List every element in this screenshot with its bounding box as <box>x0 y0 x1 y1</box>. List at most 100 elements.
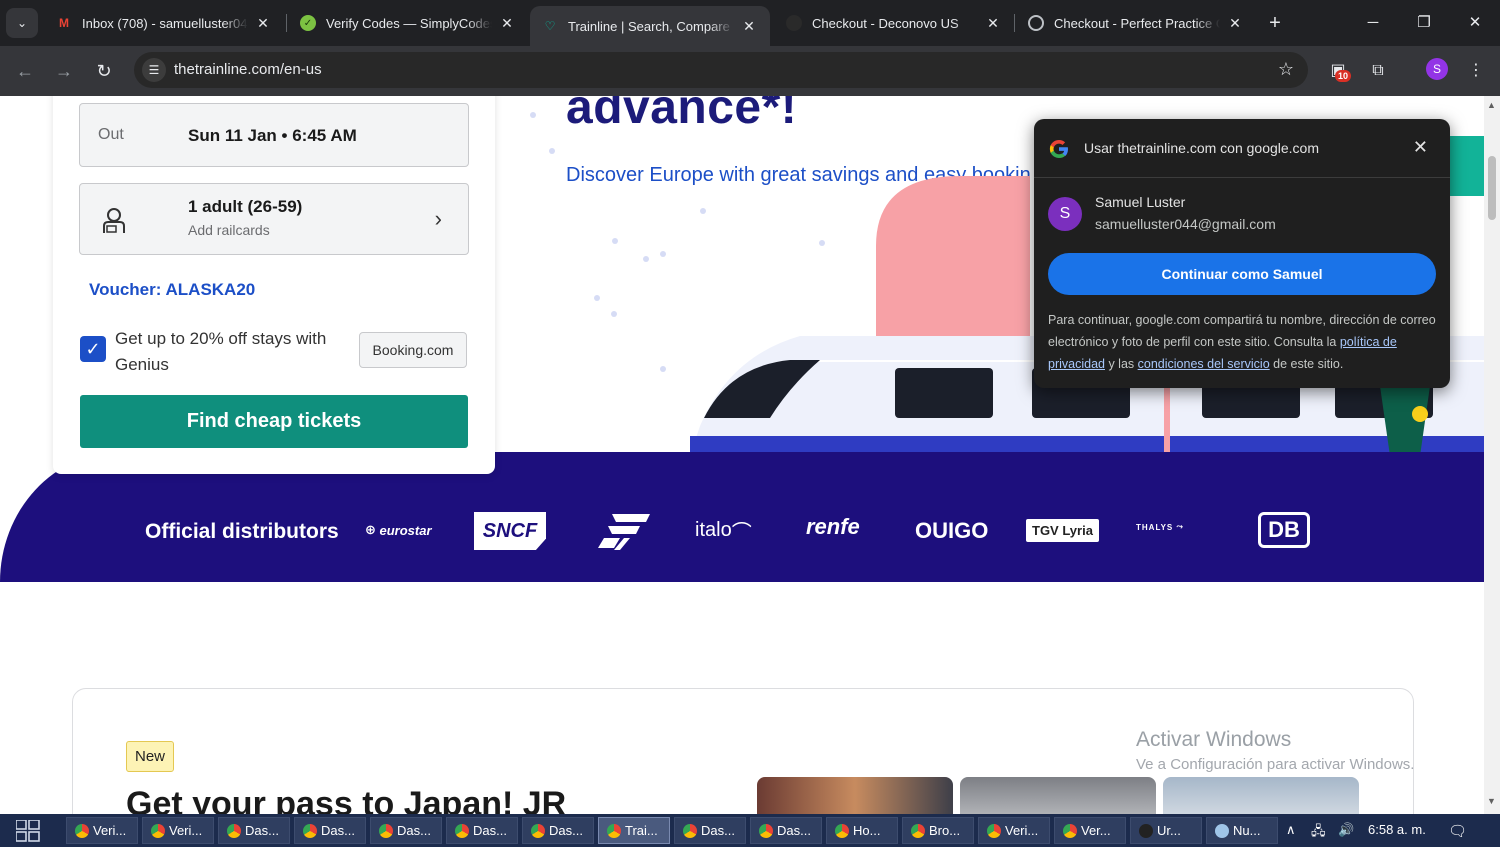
chrome-icon <box>303 823 317 838</box>
japan-pass-title: Get your pass to Japan! JR <box>126 785 567 814</box>
passengers-field[interactable]: 1 adult (26-59) Add railcards › <box>79 183 469 255</box>
taskbar-app-button[interactable]: Veri... <box>142 817 214 844</box>
tab-search-button[interactable]: ⌄ <box>6 8 38 38</box>
simplycodes-icon: ✓ <box>300 15 316 31</box>
windows-taskbar: Veri... Veri... Das... Das... Das... Das... Da… <box>0 814 1500 847</box>
add-railcards-label: Add railcards <box>188 222 270 238</box>
close-icon[interactable]: ✕ <box>1226 15 1244 32</box>
tab-deconovo[interactable]: Checkout - Deconovo US ✕ <box>774 6 1014 40</box>
back-button[interactable]: ← <box>12 58 38 84</box>
url-text[interactable]: thetrainline.com/en-us <box>174 61 322 78</box>
tab-perfect-practice[interactable]: Checkout - Perfect Practice Golf ✕ <box>1016 6 1256 40</box>
taskbar-app-button[interactable]: Bro... <box>902 817 974 844</box>
taskbar-app-button[interactable]: Veri... <box>66 817 138 844</box>
scroll-down-arrow-icon[interactable]: ▼ <box>1487 796 1496 806</box>
chrome-icon <box>835 823 849 838</box>
clock[interactable]: 6:58 a. m. <box>1368 822 1426 837</box>
eurostar-logo: ⊕ eurostar <box>365 522 432 538</box>
taskbar-app-button[interactable]: Das... <box>218 817 290 844</box>
taskbar-app-label: Das... <box>473 823 507 838</box>
close-icon[interactable]: ✕ <box>984 15 1002 32</box>
taskbar-app-button[interactable]: Das... <box>294 817 366 844</box>
tab-title: Checkout - Deconovo US <box>812 15 959 31</box>
chrome-icon <box>683 823 697 838</box>
sncf-logo: SNCF <box>474 512 546 550</box>
deconovo-icon <box>786 15 802 31</box>
taskbar-app-label: Bro... <box>929 823 961 838</box>
tab-simplycodes[interactable]: ✓ Verify Codes — SimplyCodes ✕ <box>288 6 528 40</box>
browser-toolbar: ← → ↻ ☰ thetrainline.com/en-us ☆ ▣ ⧉ S ⋮ <box>0 46 1500 96</box>
taskbar-app-label: Das... <box>321 823 355 838</box>
thalys-logo: THALYS ⤳ <box>1136 522 1184 532</box>
snow-dot <box>611 311 617 317</box>
distributors-title: Official distributors <box>145 520 339 543</box>
close-icon[interactable]: ✕ <box>1413 137 1428 158</box>
minimize-button[interactable]: ─ <box>1350 8 1396 38</box>
google-logo-icon <box>1049 140 1068 158</box>
snow-dot <box>643 256 649 262</box>
notifications-icon[interactable]: 🗨 <box>1448 822 1467 840</box>
voucher-link[interactable]: Voucher: ALASKA20 <box>89 280 255 300</box>
taskbar-app-button[interactable]: Das... <box>370 817 442 844</box>
terms-of-service-link[interactable]: condiciones del servicio <box>1138 357 1270 371</box>
taskbar-app-button[interactable]: Ur... <box>1130 817 1202 844</box>
taskbar-app-button[interactable]: Das... <box>674 817 746 844</box>
tab-title: Trainline | Search, Compare & Buy <box>568 18 734 34</box>
volume-icon[interactable]: 🔊 <box>1338 822 1354 838</box>
extensions-puzzle-icon[interactable]: ⧉ <box>1366 59 1390 83</box>
trenitalia-logo <box>598 514 650 550</box>
chrome-icon <box>227 823 241 838</box>
account-avatar: S <box>1048 197 1082 231</box>
japan-photo <box>1163 777 1359 814</box>
address-bar[interactable]: ☰ thetrainline.com/en-us ☆ <box>134 52 1308 88</box>
tab-strip: ⌄ M Inbox (708) - samuelluster044@gmail.… <box>0 0 1500 46</box>
consent-description: Para continuar, google.com compartirá tu… <box>1048 313 1436 371</box>
close-window-button[interactable]: ✕ <box>1452 8 1498 38</box>
profile-avatar[interactable]: S <box>1426 58 1448 80</box>
find-tickets-button[interactable]: Find cheap tickets <box>80 395 468 448</box>
account-name: Samuel Luster <box>1095 194 1186 210</box>
chrome-icon <box>531 823 545 838</box>
taskbar-app-button[interactable]: Ver... <box>1054 817 1126 844</box>
taskbar-app-button[interactable]: Das... <box>522 817 594 844</box>
taskbar-app-button[interactable]: Veri... <box>978 817 1050 844</box>
taskbar-app-button[interactable]: Das... <box>750 817 822 844</box>
chrome-icon <box>151 823 165 838</box>
site-info-icon[interactable]: ☰ <box>142 58 166 82</box>
scroll-up-arrow-icon[interactable]: ▲ <box>1487 100 1496 110</box>
tab-title: Verify Codes — SimplyCodes <box>326 15 492 31</box>
snow-dot <box>612 238 618 244</box>
genius-label: Get up to 20% off stays with Genius <box>115 329 327 374</box>
genius-checkbox[interactable]: ✓ <box>80 336 106 362</box>
out-datetime: Sun 11 Jan • 6:45 AM <box>188 126 357 145</box>
scrollbar-thumb[interactable] <box>1488 156 1496 220</box>
reload-button[interactable]: ↻ <box>91 58 117 84</box>
close-icon[interactable]: ✕ <box>740 18 758 35</box>
taskbar-app-button[interactable]: Ho... <box>826 817 898 844</box>
continue-as-button[interactable]: Continuar como Samuel <box>1048 253 1436 295</box>
extension-badge: 10 <box>1335 70 1352 82</box>
search-form-card: Out Sun 11 Jan • 6:45 AM 1 adult (26-59)… <box>53 96 495 474</box>
taskbar-app-button[interactable]: Das... <box>446 817 518 844</box>
tab-trainline[interactable]: ♡ Trainline | Search, Compare & Buy ✕ <box>530 6 770 46</box>
start-menu-icon[interactable] <box>16 820 40 842</box>
outbound-date-field[interactable]: Out Sun 11 Jan • 6:45 AM <box>79 103 469 167</box>
db-logo: DB <box>1258 512 1310 548</box>
network-icon[interactable]: 🖧 <box>1311 822 1326 844</box>
tab-gmail[interactable]: M Inbox (708) - samuelluster044@gmail.co… <box>44 6 284 40</box>
menu-kebab-icon[interactable]: ⋮ <box>1464 59 1488 83</box>
tray-overflow-icon[interactable]: ∧ <box>1286 822 1296 838</box>
taskbar-app-label: Veri... <box>169 823 203 838</box>
bookmark-star-icon[interactable]: ☆ <box>1278 59 1294 80</box>
close-icon[interactable]: ✕ <box>254 15 272 32</box>
forward-button[interactable]: → <box>51 58 77 84</box>
new-tab-button[interactable]: + <box>1262 10 1288 36</box>
restore-button[interactable]: ❐ <box>1401 8 1447 38</box>
close-icon[interactable]: ✕ <box>498 15 516 32</box>
ouigo-logo: OUIGO <box>915 518 989 543</box>
taskbar-app-label: Nu... <box>1233 823 1261 838</box>
page-scrollbar[interactable]: ▲ ▼ <box>1484 96 1500 814</box>
taskbar-app-button[interactable]: Trai... <box>598 817 670 844</box>
taskbar-app-button[interactable]: Nu... <box>1206 817 1278 844</box>
taskbar-app-label: Veri... <box>93 823 127 838</box>
